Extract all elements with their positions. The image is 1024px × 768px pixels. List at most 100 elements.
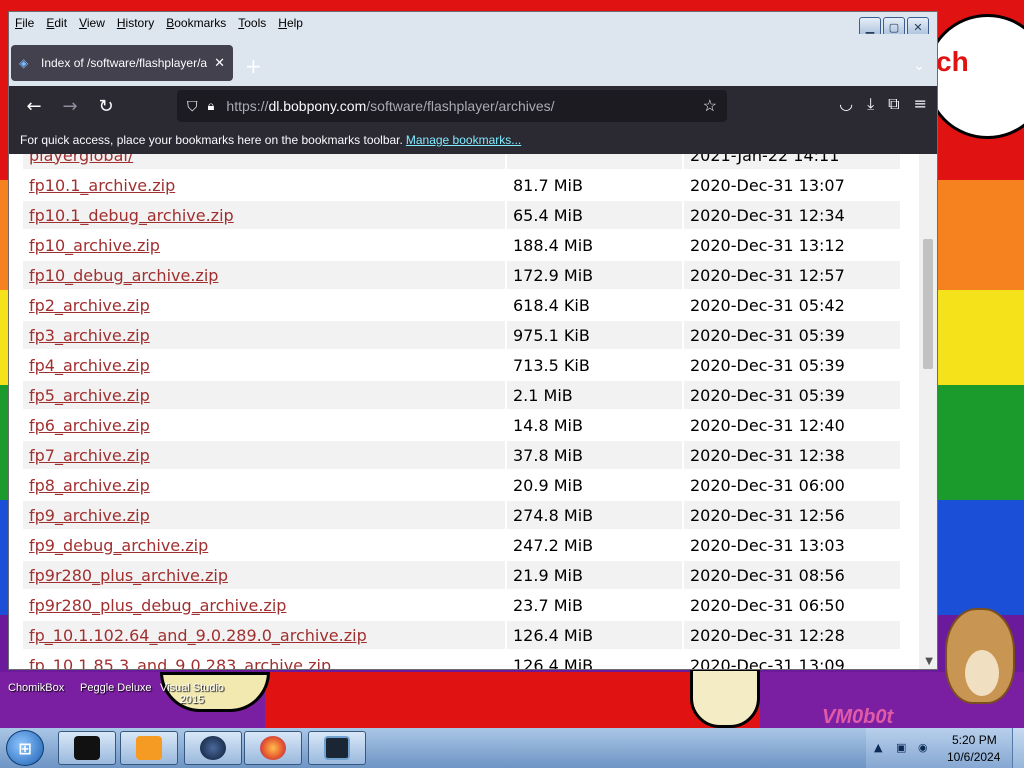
file-link[interactable]: fp3_archive.zip bbox=[29, 326, 150, 345]
file-date-cell: 2020-Dec-31 06:00 bbox=[684, 471, 900, 499]
file-size-cell: 20.9 MiB bbox=[507, 471, 682, 499]
taskbar-app-globe[interactable] bbox=[184, 731, 242, 765]
file-link[interactable]: fp10_debug_archive.zip bbox=[29, 266, 218, 285]
url-path: /software/flashplayer/archives/ bbox=[366, 98, 555, 114]
tab-close-icon[interactable]: ✕ bbox=[214, 55, 225, 71]
globe-icon bbox=[200, 736, 226, 760]
file-size-cell: 14.8 MiB bbox=[507, 411, 682, 439]
scrollbar-thumb[interactable] bbox=[923, 239, 933, 369]
taskbar-app-firefox[interactable] bbox=[244, 731, 302, 765]
manage-bookmarks-link[interactable]: Manage bookmarks... bbox=[406, 133, 521, 147]
file-date-cell: 2020-Dec-31 05:39 bbox=[684, 321, 900, 349]
taskbar-app-terminal[interactable] bbox=[58, 731, 116, 765]
clock-date[interactable]: 10/6/2024 bbox=[947, 750, 1000, 764]
forward-button[interactable]: → bbox=[55, 91, 85, 121]
volume-icon[interactable]: ◉ bbox=[918, 741, 928, 754]
file-link[interactable]: fp9r280_plus_archive.zip bbox=[29, 566, 228, 585]
menu-tools[interactable]: Tools bbox=[238, 16, 266, 30]
table-row: fp5_archive.zip 2.1 MiB 2020-Dec-31 05:39 bbox=[23, 381, 900, 409]
file-size-cell: 37.8 MiB bbox=[507, 441, 682, 469]
file-name-cell: fp_10.1.102.64_and_9.0.289.0_archive.zip bbox=[23, 621, 505, 649]
pocket-icon[interactable]: ◡ bbox=[839, 94, 853, 114]
tab-active[interactable]: ◈ Index of /software/flashplayer/a ✕ bbox=[11, 45, 233, 81]
file-link[interactable]: fp_10.1.85.3_and_9.0.283_archive.zip bbox=[29, 656, 331, 670]
network-icon[interactable]: ▣ bbox=[896, 741, 906, 754]
hamburger-menu-icon[interactable]: ≡ bbox=[914, 94, 927, 114]
file-link[interactable]: fp10.1_archive.zip bbox=[29, 176, 175, 195]
file-link[interactable]: fp4_archive.zip bbox=[29, 356, 150, 375]
table-row: fp3_archive.zip 975.1 KiB 2020-Dec-31 05:3… bbox=[23, 321, 900, 349]
file-link[interactable]: playerglobal/ bbox=[29, 154, 133, 165]
list-all-tabs-icon[interactable]: ⌄ bbox=[913, 58, 925, 74]
table-row: fp10.1_debug_archive.zip 65.4 MiB 2020-Dec… bbox=[23, 201, 900, 229]
table-row: fp_10.1.102.64_and_9.0.289.0_archive.zip… bbox=[23, 621, 900, 649]
back-button[interactable]: ← bbox=[19, 91, 49, 121]
tracking-protection-shield-icon[interactable]: ⛉ bbox=[187, 98, 198, 115]
file-link[interactable]: fp10.1_debug_archive.zip bbox=[29, 206, 234, 225]
table-row: fp10_debug_archive.zip 172.9 MiB 2020-Dec-… bbox=[23, 261, 900, 289]
bookmarks-toolbar-hint: For quick access, place your bookmarks h… bbox=[20, 133, 403, 147]
file-date-cell: 2020-Dec-31 12:34 bbox=[684, 201, 900, 229]
menu-bookmarks[interactable]: Bookmarks bbox=[166, 16, 226, 30]
file-name-cell: fp10.1_debug_archive.zip bbox=[23, 201, 505, 229]
file-name-cell: fp4_archive.zip bbox=[23, 351, 505, 379]
file-size-cell: 65.4 MiB bbox=[507, 201, 682, 229]
file-link[interactable]: fp6_archive.zip bbox=[29, 416, 150, 435]
downloads-icon[interactable]: ⤓ bbox=[867, 94, 874, 114]
file-date-cell: 2021-Jan-22 14:11 bbox=[684, 154, 900, 169]
file-name-cell: fp9_archive.zip bbox=[23, 501, 505, 529]
extensions-icon[interactable]: ⧉ bbox=[888, 94, 899, 114]
file-link[interactable]: fp10_archive.zip bbox=[29, 236, 160, 255]
file-date-cell: 2020-Dec-31 12:38 bbox=[684, 441, 900, 469]
file-date-cell: 2020-Dec-31 05:42 bbox=[684, 291, 900, 319]
desktop-icon-chomikbox[interactable]: ChomikBox bbox=[8, 682, 64, 694]
speech-bubble-text: ch bbox=[936, 46, 969, 77]
file-link[interactable]: fp9_debug_archive.zip bbox=[29, 536, 208, 555]
clock-time[interactable]: 5:20 PM bbox=[952, 733, 997, 747]
file-link[interactable]: fp9_archive.zip bbox=[29, 506, 150, 525]
file-link[interactable]: fp7_archive.zip bbox=[29, 446, 150, 465]
file-link[interactable]: fp8_archive.zip bbox=[29, 476, 150, 495]
desktop-icon-visual-studio[interactable]: Visual Studio 2015 bbox=[160, 682, 224, 706]
scroll-down-arrow-icon[interactable]: ▼ bbox=[925, 656, 933, 667]
menu-file[interactable]: File bbox=[15, 16, 34, 30]
navigation-toolbar: ← → ↻ ⛉ 🔒︎ https://dl.bobpony.com/softwa… bbox=[9, 86, 937, 126]
new-tab-button[interactable]: + bbox=[245, 54, 262, 78]
url-host: dl.bobpony.com bbox=[268, 98, 367, 114]
tray-expand-icon[interactable]: ▲ bbox=[874, 741, 882, 754]
file-size-cell: 975.1 KiB bbox=[507, 321, 682, 349]
file-size-cell: 172.9 MiB bbox=[507, 261, 682, 289]
file-name-cell: fp9r280_plus_archive.zip bbox=[23, 561, 505, 589]
bookmark-star-icon[interactable]: ☆ bbox=[703, 96, 717, 116]
table-row: fp9_archive.zip 274.8 MiB 2020-Dec-31 12:5… bbox=[23, 501, 900, 529]
taskbar-app-media-player[interactable] bbox=[120, 731, 178, 765]
file-date-cell: 2020-Dec-31 12:28 bbox=[684, 621, 900, 649]
file-link[interactable]: fp_10.1.102.64_and_9.0.289.0_archive.zip bbox=[29, 626, 367, 645]
menu-help[interactable]: Help bbox=[278, 16, 303, 30]
file-size-cell: 274.8 MiB bbox=[507, 501, 682, 529]
table-row: fp10_archive.zip 188.4 MiB 2020-Dec-31 13:… bbox=[23, 231, 900, 259]
reload-button[interactable]: ↻ bbox=[91, 91, 121, 121]
lock-icon[interactable]: 🔒︎ bbox=[208, 98, 215, 114]
firefox-icon bbox=[260, 736, 286, 760]
desktop-icon-visual-studio-year: 2015 bbox=[179, 694, 205, 706]
file-size-cell: 713.5 KiB bbox=[507, 351, 682, 379]
file-date-cell: 2020-Dec-31 08:56 bbox=[684, 561, 900, 589]
file-link[interactable]: fp9r280_plus_debug_archive.zip bbox=[29, 596, 286, 615]
menu-view[interactable]: View bbox=[79, 16, 105, 30]
toolbar-right-icons: ◡ ⤓ ⧉ ≡ bbox=[839, 94, 927, 114]
show-desktop-button[interactable] bbox=[1012, 728, 1024, 768]
page-scrollbar[interactable]: ▼ bbox=[919, 154, 937, 669]
table-row: fp8_archive.zip 20.9 MiB 2020-Dec-31 06:00 bbox=[23, 471, 900, 499]
start-button[interactable]: ⊞ bbox=[6, 730, 44, 766]
desktop-icon-peggle-deluxe[interactable]: Peggle Deluxe bbox=[80, 682, 152, 694]
media-player-icon bbox=[136, 736, 162, 760]
file-link[interactable]: fp2_archive.zip bbox=[29, 296, 150, 315]
address-bar[interactable]: ⛉ 🔒︎ https://dl.bobpony.com/software/fla… bbox=[177, 90, 727, 122]
menu-history[interactable]: History bbox=[117, 16, 154, 30]
file-link[interactable]: fp5_archive.zip bbox=[29, 386, 150, 405]
table-row: fp2_archive.zip 618.4 KiB 2020-Dec-31 05:4… bbox=[23, 291, 900, 319]
directory-listing-table: playerglobal/2021-Jan-22 14:11 fp10.1_arc… bbox=[21, 154, 902, 669]
taskbar-app-window[interactable] bbox=[308, 731, 366, 765]
menu-edit[interactable]: Edit bbox=[46, 16, 67, 30]
